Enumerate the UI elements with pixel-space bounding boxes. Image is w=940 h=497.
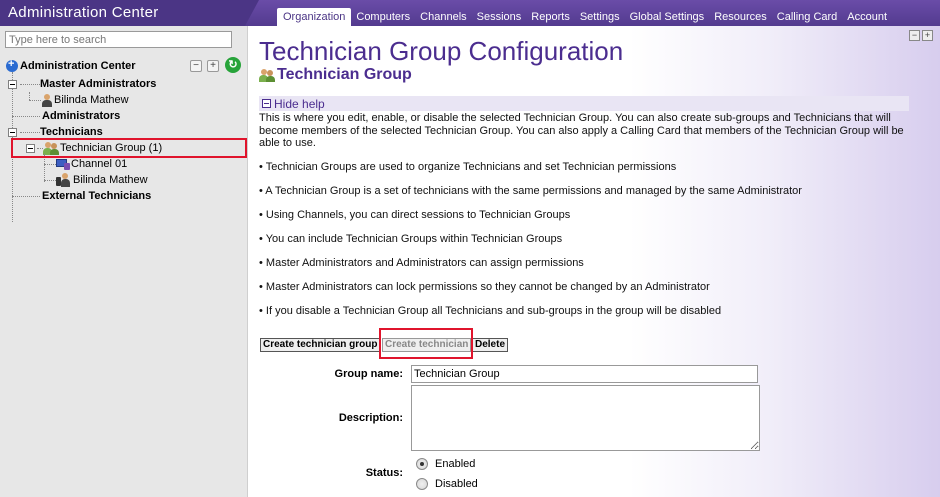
- section-title: Technician Group: [259, 66, 412, 84]
- group-icon: [259, 68, 275, 82]
- tree-item-label: Bilinda Mathew: [54, 94, 129, 106]
- status-option-label: Enabled: [435, 458, 476, 470]
- tab-reports[interactable]: Reports: [526, 8, 575, 26]
- status-label: Status:: [365, 467, 403, 479]
- status-option-label: Disabled: [435, 478, 478, 490]
- help-bullet: • If you disable a Technician Group all …: [259, 305, 722, 317]
- status-enabled-radio[interactable]: [416, 458, 428, 470]
- tab-organization[interactable]: Organization: [277, 8, 352, 26]
- technician-lock-icon: [56, 173, 72, 187]
- tab-channels[interactable]: Channels: [415, 8, 471, 26]
- collapse-all-button[interactable]: −: [909, 30, 920, 41]
- delete-button[interactable]: Delete: [472, 338, 509, 352]
- tree-item-master-admins[interactable]: Master Administrators: [8, 76, 156, 92]
- status-disabled-option[interactable]: Disabled: [416, 478, 478, 490]
- tree-item-technician-user[interactable]: Bilinda Mathew: [44, 172, 148, 188]
- collapse-all-button[interactable]: −: [190, 60, 202, 72]
- create-technician-group-button[interactable]: Create technician group: [260, 338, 381, 352]
- help-toggle[interactable]: Hide help: [259, 96, 909, 111]
- highlight-box: [11, 138, 247, 158]
- main-nav: Organization Computers Channels Sessions…: [277, 7, 892, 26]
- tree-item-label: External Technicians: [42, 190, 152, 202]
- tab-calling-card[interactable]: Calling Card: [772, 8, 843, 26]
- admin-center-icon: [6, 58, 18, 72]
- help-bullet: • Technician Groups are used to organize…: [259, 161, 677, 173]
- collapse-icon: [262, 99, 271, 108]
- app-title: Administration Center: [0, 0, 259, 26]
- group-name-input[interactable]: [411, 365, 758, 383]
- tree-item-label: Master Administrators: [40, 78, 157, 90]
- refresh-icon[interactable]: ↻: [225, 57, 241, 73]
- help-text: This is where you edit, enable, or disab…: [259, 112, 904, 149]
- channel-icon: [56, 158, 70, 170]
- group-name-label: Group name:: [334, 368, 403, 380]
- expand-all-button[interactable]: +: [207, 60, 219, 72]
- tree-item-label: Technicians: [40, 126, 103, 138]
- status-disabled-radio[interactable]: [416, 478, 428, 490]
- tree-root-label: Administration Center: [20, 60, 136, 72]
- tree-item-label: Channel 01: [71, 158, 128, 170]
- tab-resources[interactable]: Resources: [709, 8, 772, 26]
- expand-all-button[interactable]: +: [922, 30, 933, 41]
- description-field[interactable]: [411, 385, 760, 451]
- help-toggle-label: Hide help: [274, 96, 325, 111]
- tree-item-label: Administrators: [42, 110, 121, 122]
- help-bullet: • Master Administrators and Administrato…: [259, 257, 584, 269]
- help-bullet: • Master Administrators can lock permiss…: [259, 281, 710, 293]
- tab-account[interactable]: Account: [842, 8, 892, 26]
- section-title-label: Technician Group: [277, 66, 412, 83]
- tree-item-channel-01[interactable]: Channel 01: [44, 156, 127, 172]
- highlight-box: [379, 328, 473, 359]
- help-bullet: • A Technician Group is a set of technic…: [259, 185, 802, 197]
- main-panel: − + Technician Group Configuration Techn…: [249, 26, 940, 497]
- tab-sessions[interactable]: Sessions: [472, 8, 527, 26]
- collapse-icon[interactable]: [8, 79, 17, 89]
- tree-item-administrators[interactable]: Administrators: [12, 108, 120, 124]
- tree-root[interactable]: Administration Center: [6, 58, 136, 74]
- tab-global-settings[interactable]: Global Settings: [625, 8, 710, 26]
- top-bar: Administration Center Organization Compu…: [0, 0, 940, 26]
- status-enabled-option[interactable]: Enabled: [416, 458, 475, 470]
- user-icon: [41, 93, 53, 107]
- description-label: Description:: [338, 412, 403, 424]
- help-bullet: • You can include Technician Groups with…: [259, 233, 563, 245]
- tree-item-external-technicians[interactable]: External Technicians: [12, 188, 151, 204]
- tab-settings[interactable]: Settings: [575, 8, 625, 26]
- sidebar: Administration Center − + ↻ Master Admin…: [0, 26, 248, 497]
- page-title: Technician Group Configuration: [259, 36, 624, 66]
- search-input[interactable]: [5, 31, 232, 48]
- help-bullet: • Using Channels, you can direct session…: [259, 209, 571, 221]
- tab-computers[interactable]: Computers: [351, 8, 415, 26]
- tree-item-label: Bilinda Mathew: [73, 174, 148, 186]
- tree-item-master-admin-user[interactable]: Bilinda Mathew: [29, 92, 129, 108]
